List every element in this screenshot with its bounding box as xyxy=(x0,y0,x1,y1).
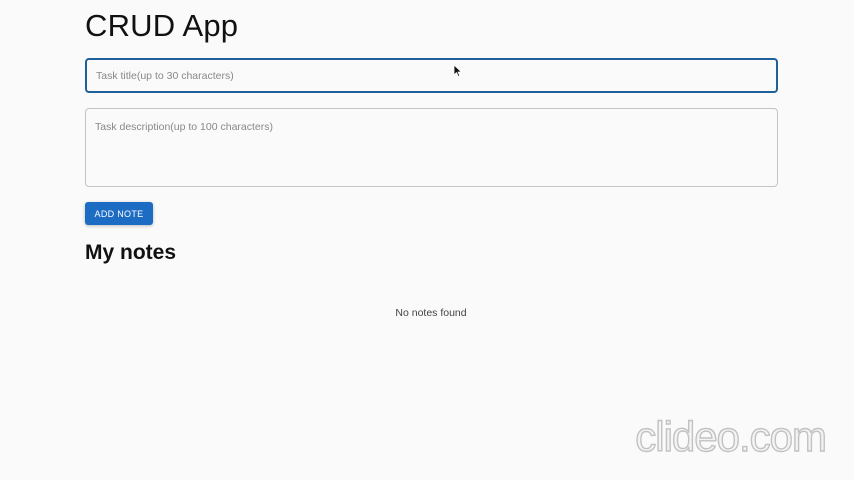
notes-heading: My notes xyxy=(85,241,177,264)
page-title: CRUD App xyxy=(85,8,239,43)
watermark-logo: clideo.com xyxy=(635,412,828,460)
add-note-button[interactable]: ADD NOTE xyxy=(85,202,153,225)
task-title-input[interactable] xyxy=(85,58,778,93)
app-page: CRUD App ADD NOTE My notes No notes foun… xyxy=(0,0,854,480)
mouse-pointer-icon xyxy=(453,64,462,77)
empty-notes-message: No notes found xyxy=(395,307,467,319)
task-description-input[interactable] xyxy=(85,108,778,187)
